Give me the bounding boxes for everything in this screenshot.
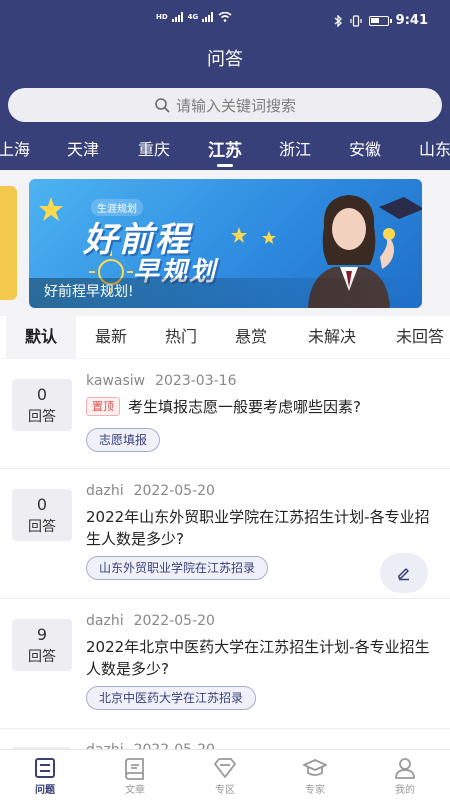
bottom-nav: 问题 文章 专区 专家 我的 bbox=[0, 749, 450, 800]
city-tab-indicator bbox=[217, 164, 233, 167]
clock-time: 9:41 bbox=[395, 13, 428, 28]
banner-prev-card[interactable] bbox=[0, 186, 17, 300]
city-tab-anhui[interactable]: 安徽 bbox=[349, 136, 381, 160]
question-tag-chip[interactable]: 山东外贸职业学院在江苏招录 bbox=[86, 556, 269, 580]
search-input[interactable]: 请输入关键词搜索 bbox=[8, 88, 442, 122]
answer-count: 0 bbox=[36, 385, 48, 404]
signal-icon bbox=[171, 12, 183, 22]
question-title-text: 考生填报志愿一般要考虑哪些因素? bbox=[128, 398, 361, 416]
question-meta: dazhi 2022-05-20 bbox=[86, 742, 215, 749]
question-item[interactable]: 9 回答 dazhi 2022-05-20 2022年北京中医药大学在江苏招生计划… bbox=[0, 599, 450, 729]
nav-label: 问题 bbox=[35, 785, 55, 796]
signal-indicators: HD 4G bbox=[156, 12, 232, 22]
article-icon bbox=[125, 758, 144, 780]
nav-questions[interactable]: 问题 bbox=[0, 750, 90, 800]
tab-latest[interactable]: 最新 bbox=[76, 316, 146, 358]
question-meta: kawasiw 2023-03-16 bbox=[86, 373, 236, 389]
question-title[interactable]: 置顶 考生填报志愿一般要考虑哪些因素? bbox=[86, 396, 442, 418]
tab-unsolved[interactable]: 未解决 bbox=[290, 316, 374, 358]
question-user: dazhi bbox=[86, 483, 124, 499]
nav-label: 专区 bbox=[215, 785, 235, 796]
expert-icon bbox=[303, 759, 327, 776]
status-right: 9:41 bbox=[334, 13, 428, 28]
question-date: 2022-05-20 bbox=[133, 483, 215, 499]
bluetooth-icon bbox=[334, 14, 342, 27]
tab-default[interactable]: 默认 bbox=[6, 316, 76, 358]
pinned-badge: 置顶 bbox=[86, 397, 120, 416]
city-tab-shandong[interactable]: 山东 bbox=[419, 136, 450, 160]
status-bar: HD 4G 9:41 bbox=[0, 0, 450, 40]
banner-caption: 好前程早规划! bbox=[44, 284, 134, 300]
answer-count-label: 回答 bbox=[28, 649, 56, 665]
battery-icon bbox=[368, 15, 392, 26]
city-tab-chongqing[interactable]: 重庆 bbox=[138, 136, 170, 160]
question-item[interactable]: dazhi 2022-05-20 bbox=[0, 729, 450, 749]
answer-count-box: 0 回答 bbox=[12, 379, 72, 431]
answer-count-box: 0 回答 bbox=[12, 489, 72, 541]
sort-tabs: 默认 最新 热门 悬赏 未解决 未回答 bbox=[0, 316, 450, 358]
question-user: kawasiw bbox=[86, 373, 146, 389]
question-date: 2022-05-20 bbox=[133, 613, 215, 629]
question-tag-chip[interactable]: 志愿填报 bbox=[86, 428, 161, 452]
nav-label: 我的 bbox=[395, 785, 415, 796]
question-title[interactable]: 2022年山东外贸职业学院在江苏招生计划-各专业招生人数是多少? bbox=[86, 506, 442, 550]
city-tab-shanghai[interactable]: 上海 bbox=[0, 136, 30, 160]
search-icon bbox=[155, 98, 170, 113]
tab-hot[interactable]: 热门 bbox=[146, 316, 216, 358]
question-item[interactable]: 0 回答 kawasiw 2023-03-16 置顶 考生填报志愿一般要考虑哪些因素… bbox=[0, 359, 450, 469]
vibrate-icon bbox=[350, 14, 362, 27]
hd-label: HD bbox=[156, 12, 168, 21]
promo-banner[interactable]: 生涯规划 好前程 早规划 好前程早规划! bbox=[29, 179, 422, 308]
header-bar: HD 4G 9:41 问答 请输入关键词搜索 上海 天津 重庆 江苏 浙江 安徽… bbox=[0, 0, 450, 170]
answer-count: 9 bbox=[36, 625, 48, 644]
page-title: 问答 bbox=[207, 49, 243, 70]
nav-experts[interactable]: 专家 bbox=[270, 750, 360, 800]
nav-profile[interactable]: 我的 bbox=[360, 750, 450, 800]
answer-count-label: 回答 bbox=[28, 409, 56, 425]
nav-zone[interactable]: 专区 bbox=[180, 750, 270, 800]
city-tab-zhejiang[interactable]: 浙江 bbox=[279, 136, 311, 160]
nav-label: 专家 bbox=[305, 785, 325, 796]
network-label: 4G bbox=[187, 12, 199, 21]
question-meta: dazhi 2022-05-20 bbox=[86, 613, 215, 629]
question-tag-chip[interactable]: 北京中医药大学在江苏招录 bbox=[86, 686, 257, 710]
city-tabs: 上海 天津 重庆 江苏 浙江 安徽 山东 bbox=[0, 134, 450, 170]
question-user: dazhi bbox=[86, 742, 124, 749]
question-date: 2022-05-20 bbox=[134, 742, 215, 749]
question-title[interactable]: 2022年北京中医药大学在江苏招生计划-各专业招生人数是多少? bbox=[86, 636, 442, 680]
question-date: 2023-03-16 bbox=[155, 373, 237, 389]
wifi-icon bbox=[218, 12, 232, 22]
question-user: dazhi bbox=[86, 613, 124, 629]
search-placeholder: 请输入关键词搜索 bbox=[175, 96, 296, 115]
tab-bounty[interactable]: 悬赏 bbox=[216, 316, 286, 358]
answer-count-box: 9 回答 bbox=[12, 619, 72, 671]
signal-icon bbox=[202, 12, 214, 22]
profile-icon bbox=[395, 758, 415, 779]
ask-question-button[interactable] bbox=[380, 553, 428, 593]
answer-count: 0 bbox=[36, 495, 48, 514]
question-icon bbox=[35, 758, 55, 778]
answer-count-label: 回答 bbox=[28, 519, 56, 535]
zone-icon bbox=[214, 758, 236, 778]
tab-unanswered[interactable]: 未回答 bbox=[378, 316, 450, 358]
question-list: 0 回答 kawasiw 2023-03-16 置顶 考生填报志愿一般要考虑哪些因素… bbox=[0, 359, 450, 749]
city-tab-jiangsu[interactable]: 江苏 bbox=[208, 136, 242, 161]
city-tab-tianjin[interactable]: 天津 bbox=[67, 136, 99, 160]
nav-articles[interactable]: 文章 bbox=[90, 750, 180, 800]
nav-label: 文章 bbox=[125, 785, 145, 796]
question-meta: dazhi 2022-05-20 bbox=[86, 483, 215, 499]
edit-icon bbox=[398, 568, 409, 581]
